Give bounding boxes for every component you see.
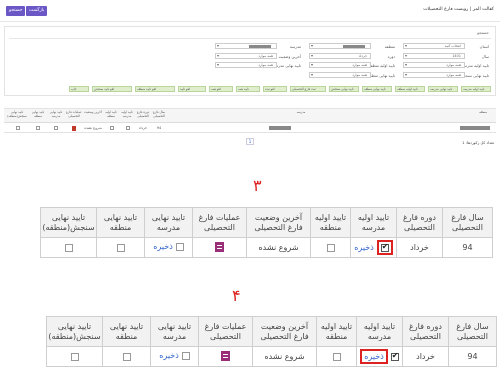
field-label-province: استان	[479, 44, 489, 49]
action-button[interactable]: تایید همه	[236, 86, 260, 92]
school-final-checkbox[interactable]	[181, 351, 190, 360]
action-button[interactable]: لغو تایید سنجش	[92, 86, 132, 92]
highlight-box: ذخیره	[360, 349, 388, 364]
field-label-region-initial: تایید اولیه منطقه	[368, 63, 395, 68]
step-number-4: ۴	[232, 286, 241, 305]
year-select[interactable]: ▾ 1401	[403, 53, 465, 59]
filter-panel: جستجو استان ▾ انتخاب کنید سال ▾ 1401 تایید…	[4, 26, 496, 96]
save-link[interactable]: ذخیره	[364, 352, 384, 361]
table-row: 94 خرداد شروع نشده	[4, 123, 496, 133]
action-button[interactable]: ثبت فارغ التحصیلی	[290, 86, 326, 92]
field-label-year: سال	[481, 54, 489, 59]
region-initial-select[interactable]: ▾ همه موارد	[309, 62, 371, 68]
step-number-3: ۳	[253, 176, 262, 195]
field-label-school-initial: تایید اولیه مدرسه	[461, 63, 489, 68]
field-label-region-final: تایید نهایی منطقه	[367, 73, 395, 78]
sanjesh-final-checkbox[interactable]	[64, 243, 73, 252]
chevron-down-icon: ▾	[311, 43, 314, 48]
region-initial-checkbox[interactable]	[332, 352, 341, 361]
search-button[interactable]: جستجو	[6, 6, 26, 16]
chevron-down-icon: ▾	[311, 53, 314, 58]
chevron-down-icon: ▾	[217, 53, 220, 58]
field-label-region: منطقه	[384, 44, 395, 49]
region-initial-checkbox[interactable]	[110, 126, 114, 130]
school-initial-select[interactable]: ▾ همه موارد	[403, 62, 465, 68]
chevron-down-icon: ▾	[217, 43, 220, 48]
action-button[interactable]: لغو همه	[209, 86, 233, 92]
action-button[interactable]: تایید اولیه مدرسه	[461, 86, 491, 92]
school-initial-checkbox[interactable]	[126, 126, 130, 130]
field-label-school: مدرسه	[289, 44, 301, 49]
action-button[interactable]: لغو ثبت	[263, 86, 287, 92]
action-button[interactable]: تایید اولیه منطقه	[395, 86, 425, 92]
province-select[interactable]: ▾ انتخاب کنید	[403, 43, 465, 49]
school-initial-checkbox[interactable]	[390, 351, 399, 361]
region-final-checkbox[interactable]	[36, 126, 40, 130]
school-final-checkbox[interactable]	[54, 126, 58, 130]
sanjesh-final-checkbox[interactable]	[70, 352, 79, 361]
panel-tab[interactable]: جستجو	[477, 30, 489, 35]
save-link[interactable]: ذخیره	[159, 351, 179, 360]
region-final-select[interactable]: ▾ همه موارد	[309, 72, 371, 78]
record-count: تعداد کل رکوردها: 1	[462, 140, 494, 145]
action-button[interactable]: تایید نهایی سنجش	[329, 86, 359, 92]
school-select[interactable]: ▾	[215, 43, 277, 49]
sanjesh-final-checkbox[interactable]	[16, 126, 20, 130]
evaluation-form-icon[interactable]	[221, 350, 230, 361]
field-label-term: دوره	[387, 54, 395, 59]
action-button[interactable]: تایید نهایی مدرسه	[428, 86, 458, 92]
top-bar: جستجو بازگشت کفالت المر | رویصت فارغ الت…	[0, 0, 500, 22]
action-button-bar: تایید اولیه مدرسه تایید نهایی مدرسه تایی…	[9, 86, 491, 92]
action-button[interactable]: لغو تایید	[178, 86, 206, 92]
small-screenshot: جستجو بازگشت کفالت المر | رویصت فارغ الت…	[0, 0, 500, 150]
action-button[interactable]: چاپ	[69, 86, 89, 92]
field-label-last-status: آخرین وضعیت	[278, 54, 301, 59]
chevron-down-icon: ▾	[405, 53, 408, 58]
school-final-select[interactable]: ▾ همه موارد	[215, 62, 277, 68]
save-link[interactable]: ذخیره	[153, 242, 173, 251]
table-row: 94 خرداد ذخیره شروع نشده ذخیره	[46, 346, 497, 367]
chevron-down-icon: ▾	[405, 62, 408, 67]
chevron-down-icon: ▾	[311, 62, 314, 67]
school-initial-checkbox[interactable]	[380, 242, 389, 252]
back-button[interactable]: بازگشت	[26, 6, 48, 16]
chevron-down-icon: ▾	[311, 72, 314, 77]
table-row: 94 خرداد ذخیره شروع نشده ذخیره	[40, 237, 493, 258]
school-final-checkbox[interactable]	[175, 242, 184, 251]
table-header: سال فارغ التحصیلی دوره فارغ التحصیلی تای…	[40, 207, 493, 238]
pagination-page[interactable]: 1	[246, 138, 254, 145]
action-button[interactable]: لغو تایید منطقه	[135, 86, 175, 92]
highlight-box	[376, 240, 393, 255]
region-final-checkbox[interactable]	[116, 243, 125, 252]
region-initial-checkbox[interactable]	[326, 243, 335, 252]
save-link[interactable]: ذخیره	[354, 243, 374, 252]
last-status-select[interactable]: ▾ همه موارد	[215, 53, 277, 59]
chevron-down-icon: ▾	[405, 72, 408, 77]
region-select[interactable]: ▾	[309, 43, 371, 49]
zoom-table-4: سال فارغ التحصیلی دوره فارغ التحصیلی تای…	[46, 316, 497, 367]
results-table-small: منطقه مدرسه سال فارغ التحصیلی دوره فارغ …	[4, 108, 496, 134]
chevron-down-icon: ▾	[405, 43, 408, 48]
chevron-down-icon: ▾	[217, 62, 220, 67]
breadcrumb: کفالت المر | رویصت فارغ التحصیلات	[423, 7, 494, 12]
region-final-checkbox[interactable]	[122, 352, 131, 361]
term-select[interactable]: ▾ خرداد	[309, 53, 371, 59]
table-header: منطقه مدرسه سال فارغ التحصیلی دوره فارغ …	[4, 109, 496, 123]
evaluation-form-icon[interactable]	[215, 241, 224, 252]
action-button[interactable]: تایید نهایی منطقه	[362, 86, 392, 92]
table-header: سال فارغ التحصیلی دوره فارغ التحصیلی تای…	[46, 316, 497, 347]
field-label-school-final: تایید نهایی مدرسه	[272, 63, 301, 68]
sanjesh-final-select[interactable]: ▾ همه موارد	[403, 72, 465, 78]
zoom-table-3: سال فارغ التحصیلی دوره فارغ التحصیلی تای…	[40, 207, 493, 258]
evaluation-form-icon[interactable]	[72, 125, 76, 131]
